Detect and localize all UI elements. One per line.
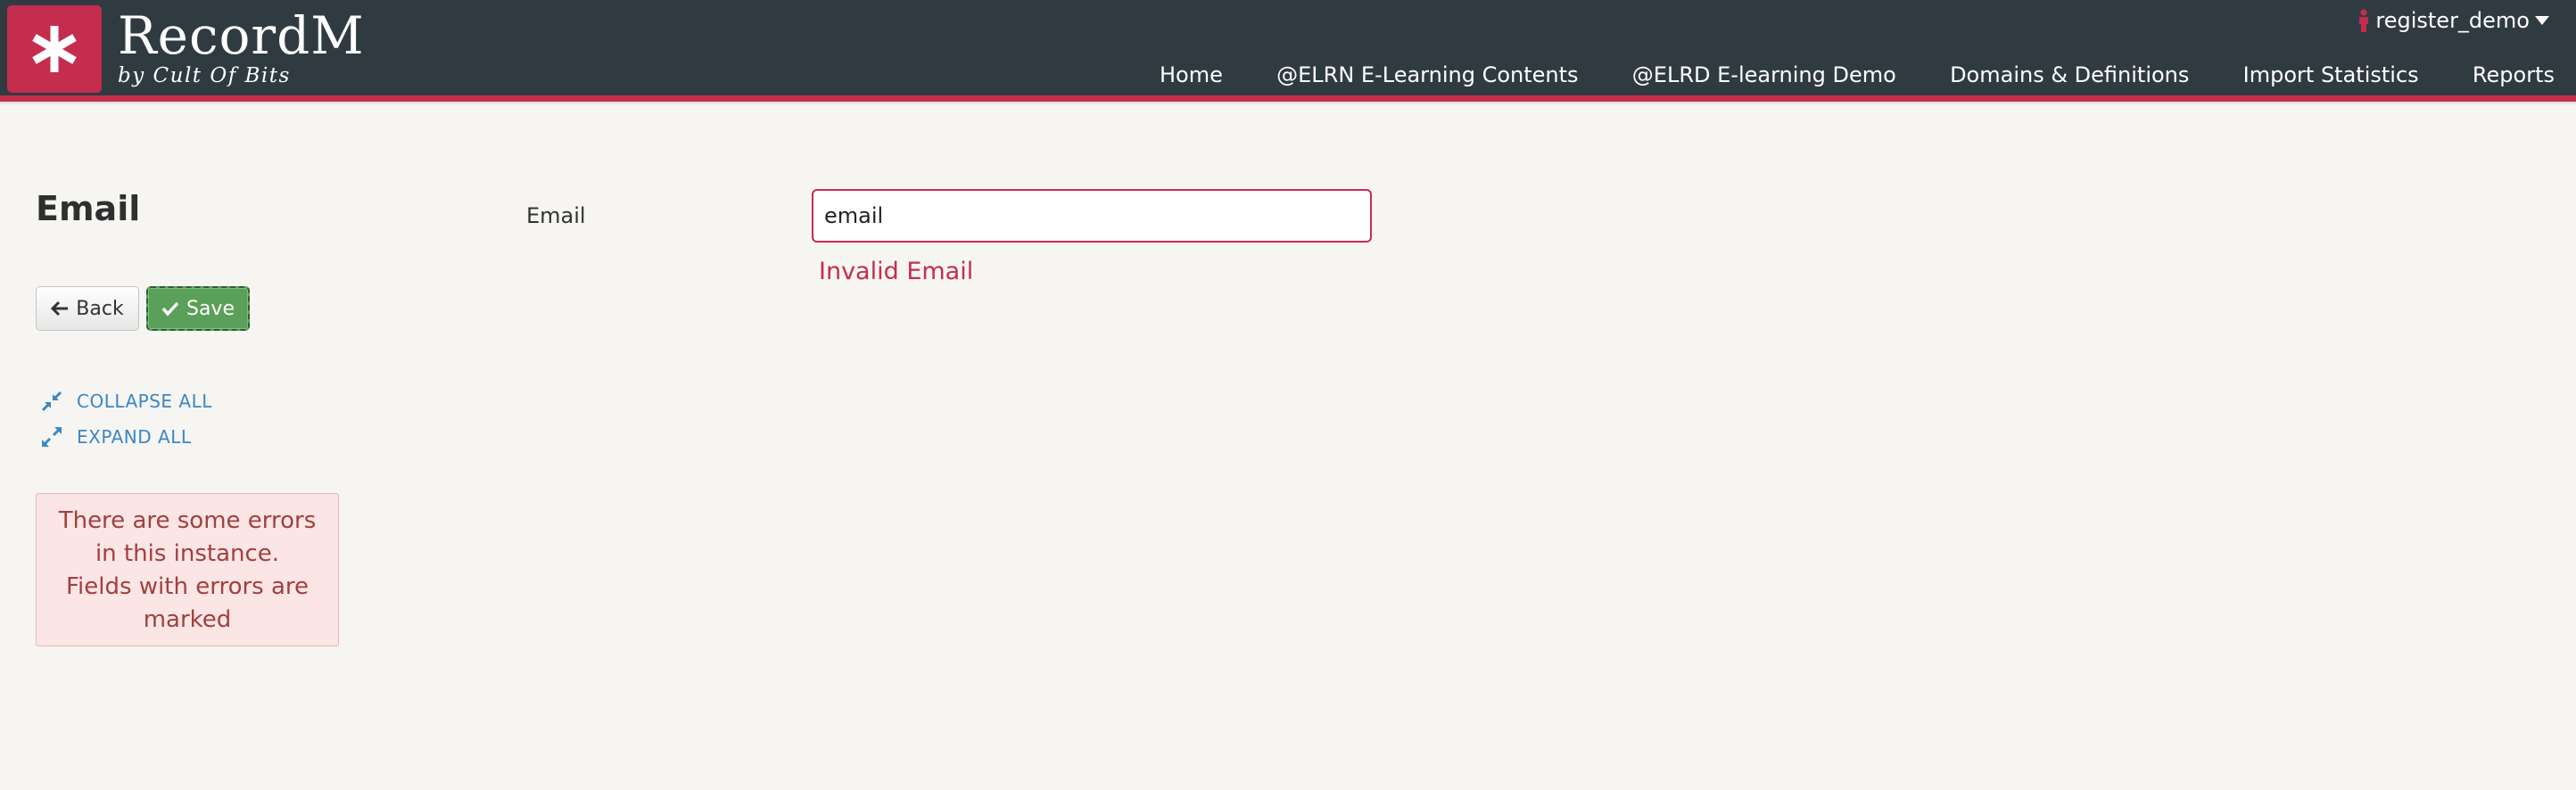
brand-title: RecordM (118, 5, 365, 66)
nav-item-elrd-e-learning-demo[interactable]: @ELRD E-learning Demo (1632, 62, 1896, 87)
arrow-left-icon (51, 300, 69, 317)
brand-logo[interactable] (7, 5, 102, 93)
back-button-label: Back (76, 297, 124, 320)
error-alert-line: Fields with errors are marked (65, 573, 310, 633)
person-icon (2359, 9, 2369, 32)
email-field[interactable] (812, 189, 1372, 243)
brand-subtitle: by Cult Of Bits (118, 64, 291, 87)
email-field-label: Email (526, 203, 586, 228)
page-title: Email (36, 189, 141, 228)
asterisk-icon (32, 26, 77, 72)
error-alert-line: There are some errors in this instance. (58, 507, 317, 567)
nav-item-domains-definitions[interactable]: Domains & Definitions (1950, 62, 2189, 87)
nav-item-elrn-e-learning-contents[interactable]: @ELRN E-Learning Contents (1276, 62, 1578, 87)
expand-icon (42, 427, 62, 447)
caret-down-icon (2535, 16, 2549, 25)
check-icon (161, 301, 179, 317)
back-button[interactable]: Back (36, 286, 139, 331)
top-navbar: RecordM by Cult Of Bits register_demo Ho… (0, 0, 2576, 105)
error-alert: There are some errors in this instance. … (36, 493, 339, 646)
main-nav: Home @ELRN E-Learning Contents @ELRD E-l… (1160, 62, 2555, 87)
nav-item-reports[interactable]: Reports (2473, 62, 2555, 87)
save-button-label: Save (186, 297, 235, 320)
collapse-all-label: COLLAPSE ALL (77, 391, 212, 412)
save-button[interactable]: Save (146, 286, 250, 331)
collapse-all-link[interactable]: COLLAPSE ALL (41, 391, 212, 412)
nav-item-import-statistics[interactable]: Import Statistics (2243, 62, 2419, 87)
user-name: register_demo (2375, 8, 2530, 33)
email-field-error: Invalid Email (819, 258, 974, 285)
expand-all-link[interactable]: EXPAND ALL (41, 426, 192, 448)
user-menu[interactable]: register_demo (2357, 5, 2549, 36)
nav-item-home[interactable]: Home (1160, 62, 1223, 87)
expand-all-label: EXPAND ALL (77, 426, 192, 448)
collapse-icon (41, 391, 62, 412)
